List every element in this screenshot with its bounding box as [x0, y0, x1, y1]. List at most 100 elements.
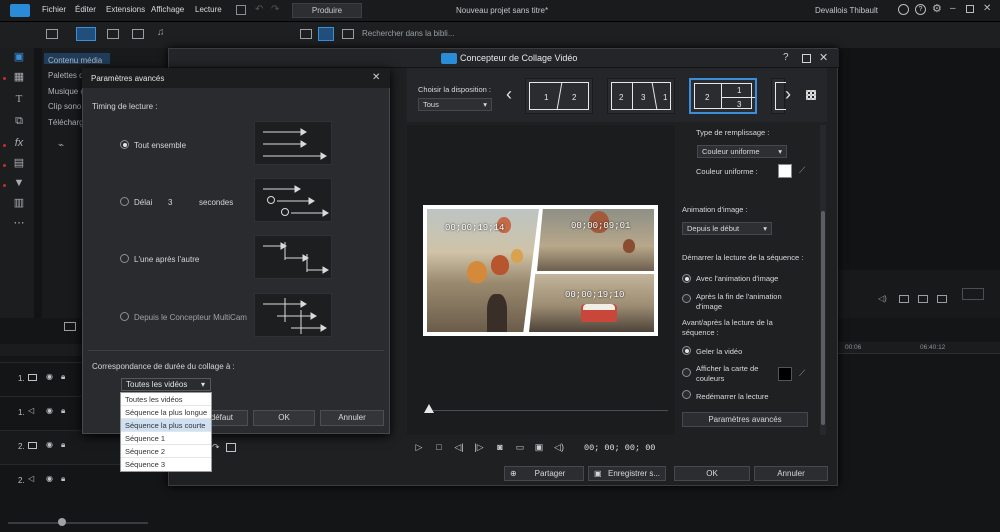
fullscreen-icon[interactable]: ▣	[533, 441, 545, 453]
eye-icon[interactable]: ◉	[46, 440, 53, 449]
advanced-settings-button[interactable]: Paramètres avancés	[682, 412, 808, 427]
stop-icon[interactable]: □	[433, 441, 445, 453]
redo-icon[interactable]: ↷	[212, 442, 220, 453]
eye-icon[interactable]: ◉	[46, 474, 53, 483]
account-icon[interactable]	[898, 4, 909, 15]
plugin-icon[interactable]: ⌁	[58, 140, 64, 151]
undo-icon[interactable]: ↶	[255, 4, 263, 15]
fx-room-icon[interactable]: ▦	[12, 70, 26, 84]
menu-edit[interactable]: Éditer	[75, 5, 96, 14]
start-after-animation-label[interactable]: Après la fin de l'animation d'image	[696, 292, 796, 312]
lock-icon[interactable]: 🔒︎	[61, 406, 65, 416]
option-sequence-3[interactable]: Séquence 3	[121, 458, 211, 471]
media-item-palettes[interactable]: Palettes d	[48, 71, 84, 80]
import-icon[interactable]	[46, 29, 58, 39]
collage-cell-balloon-sky[interactable]: 00;00;09;01	[537, 209, 654, 271]
show-color-board-radio[interactable]	[682, 368, 691, 377]
advanced-ok-button[interactable]: OK	[253, 410, 315, 426]
media-item-download[interactable]: Télécharg	[48, 118, 84, 127]
close-icon[interactable]: ✕	[983, 3, 991, 14]
timing-delay-label[interactable]: Délai	[134, 198, 152, 207]
advanced-close-icon[interactable]: ✕	[372, 72, 380, 83]
folder-icon[interactable]	[64, 322, 76, 331]
option-all-videos[interactable]: Toutes les vidéos	[121, 393, 211, 406]
maximize-icon[interactable]	[966, 5, 974, 13]
media-room-icon[interactable]: ▣	[12, 50, 26, 64]
collage-icon[interactable]	[226, 443, 236, 452]
detach-preview-icon[interactable]: ▭	[514, 441, 526, 453]
seek-bar[interactable]	[428, 410, 668, 411]
timing-multicam-radio[interactable]	[120, 312, 129, 321]
grid-view-icon[interactable]	[318, 27, 334, 41]
seek-handle[interactable]	[424, 404, 434, 413]
detach-icon[interactable]	[918, 295, 928, 303]
layout-filter-select[interactable]: Tous ▾	[418, 98, 492, 111]
option-shortest-sequence[interactable]: Séquence la plus courte	[121, 419, 211, 432]
timing-delay-radio[interactable]	[120, 197, 129, 206]
image-animation-select[interactable]: Depuis le début ▾	[682, 222, 772, 235]
chevron-left-icon[interactable]: ‹	[506, 84, 512, 105]
tile-view-icon[interactable]	[342, 29, 354, 39]
share-button[interactable]: ⊕ Partager	[504, 466, 584, 481]
collage-help-icon[interactable]: ?	[783, 52, 789, 63]
lock-icon[interactable]: 🔒︎	[61, 474, 65, 484]
snapshot-icon[interactable]	[899, 295, 909, 303]
timing-sequential-radio[interactable]	[120, 254, 129, 263]
film-icon[interactable]	[107, 29, 119, 39]
gear-icon[interactable]: ⚙	[932, 2, 942, 15]
effect-room-icon[interactable]: fx	[12, 136, 26, 150]
settings-scrollbar[interactable]	[820, 125, 826, 435]
layout-thumb-2[interactable]: 2 3 1	[607, 78, 675, 114]
particle-room-icon[interactable]: ▼	[12, 176, 26, 190]
collage-preview[interactable]: 00;00;19;14 00;00;09;01 00;00;19;10	[423, 205, 658, 336]
save-icon[interactable]	[236, 5, 246, 15]
option-sequence-1[interactable]: Séquence 1	[121, 432, 211, 445]
fill-type-select[interactable]: Couleur uniforme ▾	[697, 145, 787, 158]
more-icon[interactable]: ⋯	[12, 216, 26, 230]
help-icon[interactable]: ?	[915, 4, 926, 15]
color-swatch-black[interactable]	[778, 367, 792, 381]
media-item-music[interactable]: Musique d	[48, 87, 85, 96]
collage-cell-balloons[interactable]: 00;00;19;14	[427, 209, 539, 332]
collage-cell-van[interactable]: 00;00;19;10	[529, 274, 654, 332]
list-view-icon[interactable]	[300, 29, 312, 39]
subtitle-room-icon[interactable]: ▥	[12, 196, 26, 210]
menu-view[interactable]: Affichage	[151, 5, 184, 14]
timing-sequential-label[interactable]: L'une après l'autre	[134, 255, 199, 264]
zoom-slider[interactable]	[8, 522, 148, 524]
color-picker-icon[interactable]: ⟋	[799, 165, 805, 176]
next-frame-icon[interactable]: |▷	[473, 441, 485, 453]
lock-icon[interactable]: 🔒︎	[61, 440, 65, 450]
eye-icon[interactable]: ◉	[46, 372, 53, 381]
restart-playback-radio[interactable]	[682, 390, 691, 399]
advanced-cancel-button[interactable]: Annuler	[320, 410, 384, 426]
video-filter-icon[interactable]	[76, 27, 96, 41]
library-search-input[interactable]: Rechercher dans la bibli...	[362, 29, 455, 38]
volume-icon[interactable]: ◁)	[553, 441, 565, 453]
snapshot-icon[interactable]: ◙	[494, 441, 506, 453]
option-longest-sequence[interactable]: Séquence la plus longue	[121, 406, 211, 419]
timing-multicam-label[interactable]: Depuis le Concepteur MultiCam	[134, 313, 247, 322]
timing-all-radio[interactable]	[120, 140, 129, 149]
timing-all-label[interactable]: Tout ensemble	[134, 141, 186, 150]
minimize-icon[interactable]: –	[950, 3, 956, 14]
redo-icon[interactable]: ↷	[271, 4, 279, 15]
eye-icon[interactable]: ◉	[46, 406, 53, 415]
duration-match-select[interactable]: Toutes les vidéos ▾	[121, 378, 211, 391]
image-icon[interactable]	[132, 29, 144, 39]
scrollbar-thumb[interactable]	[821, 211, 825, 425]
transition-room-icon[interactable]: ⧉	[12, 114, 26, 128]
start-with-animation-label[interactable]: Avec l'animation d'image	[696, 274, 778, 283]
collage-close-icon[interactable]: ✕	[819, 51, 828, 64]
fullscreen-icon[interactable]	[937, 295, 947, 303]
chevron-right-icon[interactable]: ›	[785, 84, 791, 105]
collage-cancel-button[interactable]: Annuler	[754, 466, 828, 481]
start-after-animation-radio[interactable]	[682, 294, 691, 303]
play-icon[interactable]: ▷	[413, 441, 425, 453]
color-picker-icon[interactable]: ⟋	[799, 368, 805, 379]
delay-seconds-input[interactable]: 3	[168, 198, 172, 207]
collage-maximize-icon[interactable]	[802, 54, 811, 63]
save-as-button[interactable]: ▣ Enregistrer s...	[588, 466, 666, 481]
title-room-icon[interactable]: T	[12, 92, 26, 106]
menu-file[interactable]: Fichier	[42, 5, 66, 14]
